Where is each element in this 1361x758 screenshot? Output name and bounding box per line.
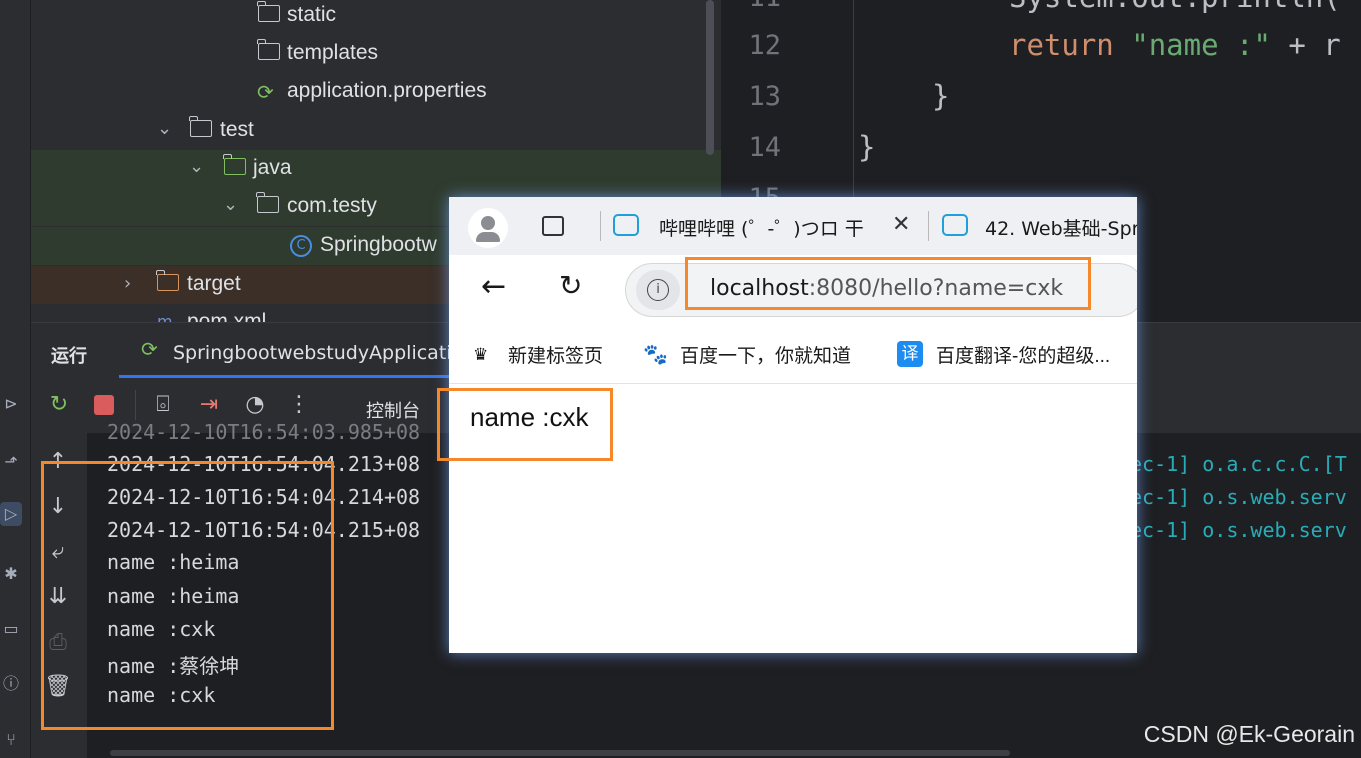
log-line-right: ec-1] o.s.web.serv <box>1130 518 1347 542</box>
folder-icon <box>257 39 280 60</box>
package-icon <box>256 192 279 213</box>
stop-icon[interactable] <box>94 395 114 415</box>
camera-icon[interactable]: ⌻ <box>149 391 177 419</box>
tree-item-static[interactable]: static <box>31 0 721 35</box>
log-logger: ec-1] o.s.web.serv <box>1130 518 1347 542</box>
folder-icon <box>257 1 280 22</box>
code-line: System.out.println( <box>1009 0 1341 14</box>
browser-tab-title[interactable]: 42. Web基础-Spr <box>985 214 1137 241</box>
line-number: 11 <box>721 0 781 13</box>
spring-run-icon: ⟳ <box>141 337 158 361</box>
run-panel-title: 运行 <box>51 346 87 367</box>
chevron-right-icon[interactable]: › <box>124 273 131 294</box>
translate-icon: 译 <box>897 341 923 367</box>
bilibili-icon <box>942 214 968 236</box>
problems-icon[interactable]: ⓘ <box>0 672 22 696</box>
tree-item-java[interactable]: ⌄ java <box>31 150 721 188</box>
bilibili-icon <box>613 214 639 236</box>
chevron-down-icon[interactable]: ⌄ <box>157 118 172 139</box>
line-number: 13 <box>748 81 781 112</box>
spring-class-icon: C <box>290 235 312 257</box>
code-string: "name :" <box>1131 28 1271 62</box>
avatar-body <box>476 232 500 242</box>
folder-icon <box>189 116 212 137</box>
console-highlight-box <box>41 461 334 730</box>
rerun-icon[interactable]: ↻ <box>45 391 73 419</box>
bookmark-baidu-translate[interactable]: 百度翻译-您的超级... <box>936 341 1110 368</box>
log-line-right: ec-1] o.a.c.c.C.[T <box>1130 452 1347 476</box>
console-scrollbar[interactable] <box>110 750 1010 756</box>
restore-layout-icon[interactable]: ⇥ <box>195 391 223 419</box>
folder-icon <box>223 154 246 175</box>
tab-actions-icon[interactable] <box>542 216 564 236</box>
tab-divider <box>600 211 601 241</box>
more-icon[interactable]: ⋮ <box>285 391 313 419</box>
back-arrow-icon[interactable]: ← <box>481 269 506 304</box>
code-line: } <box>858 130 876 164</box>
tab-divider <box>928 211 929 241</box>
folder-icon <box>156 270 179 291</box>
services-icon[interactable]: ⊳ <box>0 392 22 416</box>
tree-scrollbar[interactable] <box>706 0 714 155</box>
watermark: CSDN @Ek-Georain <box>1143 721 1355 747</box>
bookmark-new-tab[interactable]: 新建标签页 <box>508 341 603 368</box>
chevron-down-icon[interactable]: ⌄ <box>189 156 204 177</box>
refresh-icon[interactable]: ↻ <box>559 269 582 302</box>
close-icon[interactable]: ✕ <box>892 212 910 237</box>
spring-properties-icon: ⟳ <box>257 80 274 104</box>
toolbar-divider <box>135 390 136 420</box>
profile-avatar[interactable] <box>468 208 508 248</box>
url-highlight-box <box>685 257 1091 310</box>
code-keyword: return <box>1009 28 1114 62</box>
log-line-right: ec-1] o.s.web.serv <box>1130 485 1347 509</box>
site-info-button[interactable]: i <box>636 270 680 310</box>
line-number: 12 <box>748 30 781 61</box>
coverage-icon[interactable]: ◔ <box>241 391 269 419</box>
log-logger: ec-1] o.s.web.serv <box>1130 485 1347 509</box>
run-tool-icon[interactable]: ▷ <box>0 502 22 526</box>
code-line: return "name :" + r <box>1009 28 1341 62</box>
bookmarks-bar: ♛ 新建标签页 🐾 百度一下，你就知道 译 百度翻译-您的超级... <box>449 325 1137 384</box>
debug-icon[interactable]: ✱ <box>0 562 22 586</box>
code-line: } <box>932 79 950 113</box>
terminal-icon[interactable]: ▭ <box>0 617 22 641</box>
line-number: 14 <box>748 132 781 163</box>
new-tab-icon: ♛ <box>473 345 489 365</box>
maven-icon: m <box>157 312 173 322</box>
tree-item-templates[interactable]: templates <box>31 35 721 73</box>
left-tool-strip: ⊳ ⬏ ▷ ✱ ▭ ⓘ ⑂ <box>0 0 31 758</box>
log-logger: ec-1] o.a.c.c.C.[T <box>1130 452 1347 476</box>
chevron-down-icon[interactable]: ⌄ <box>223 194 238 215</box>
tree-item-application-properties[interactable]: ⟳ application.properties <box>31 73 721 111</box>
code-rest: + r <box>1270 28 1341 62</box>
tree-item-test[interactable]: ⌄ test <box>31 112 721 150</box>
bookmark-baidu[interactable]: 百度一下，你就知道 <box>680 341 851 368</box>
build-icon[interactable]: ⬏ <box>0 450 22 474</box>
run-config-tab[interactable]: SpringbootwebstudyApplicati <box>173 342 452 364</box>
git-icon[interactable]: ⑂ <box>0 728 22 752</box>
baidu-icon: 🐾 <box>643 342 668 366</box>
info-icon: i <box>647 279 669 301</box>
avatar-head <box>481 216 495 230</box>
response-highlight-box <box>437 388 613 461</box>
log-line-partial: 2024-12-10T16:54:03.985+08 <box>107 420 421 444</box>
browser-tab-title[interactable]: 哔哩哔哩 (゜-゜)つロ 干 <box>659 214 864 241</box>
browser-tab-strip: 哔哩哔哩 (゜-゜)つロ 干 ✕ 42. Web基础-Spr <box>449 197 1137 255</box>
